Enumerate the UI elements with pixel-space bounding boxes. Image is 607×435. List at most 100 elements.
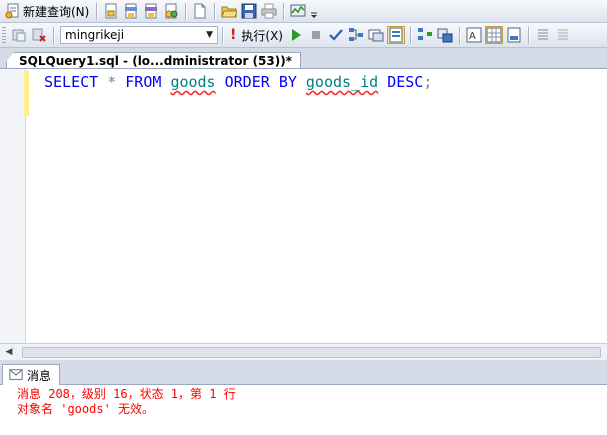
scroll-left-icon[interactable]: ◀ xyxy=(0,347,18,357)
execute-label: 执行(X) xyxy=(241,28,283,43)
results-to-file-icon xyxy=(507,27,521,43)
analysis-dmx-query-button[interactable] xyxy=(142,2,160,20)
change-indicator-bar xyxy=(24,71,29,116)
sql-identifier: goods xyxy=(170,73,216,91)
stop-icon xyxy=(311,31,320,39)
new-query-label: 新建查询(N) xyxy=(23,4,90,19)
toolbar-separator xyxy=(527,26,529,44)
debug-button[interactable] xyxy=(287,26,305,44)
results-to-grid-button[interactable] xyxy=(484,26,503,44)
open-file-button[interactable] xyxy=(220,2,238,20)
new-query-button[interactable]: 新建查询(N) xyxy=(0,2,92,20)
results-tab-strip: 消息 xyxy=(0,360,607,385)
comment-out-button[interactable] xyxy=(534,26,552,44)
toolbar-overflow-button[interactable] xyxy=(309,2,319,20)
message-line: 消息 208，级别 16，状态 1，第 1 行 xyxy=(17,387,236,401)
toolbar-separator xyxy=(53,26,54,44)
sql-whitespace xyxy=(297,73,306,91)
analysis-xmla-query-icon xyxy=(165,3,178,19)
messages-pane: 消息 208，级别 16，状态 1，第 1 行 对象名 'goods' 无效。 xyxy=(0,385,607,435)
horizontal-scrollbar[interactable]: ◀ xyxy=(0,343,607,360)
exclamation-icon: ! xyxy=(230,27,237,43)
new-file-button[interactable] xyxy=(191,2,209,20)
sql-keyword: SELECT xyxy=(44,73,99,91)
query-editor[interactable]: SELECT * FROM goods ORDER BY goods_id DE… xyxy=(0,68,607,344)
query-text[interactable]: SELECT * FROM goods ORDER BY goods_id DE… xyxy=(44,73,432,91)
save-button[interactable] xyxy=(240,2,258,20)
sql-operator: * xyxy=(107,73,117,91)
tab-messages-label: 消息 xyxy=(27,368,52,383)
chevron-down-icon: ▼ xyxy=(206,30,213,40)
editor-gutter xyxy=(0,69,26,344)
intellisense-toggle-button[interactable] xyxy=(386,26,405,44)
estimated-plan-icon xyxy=(348,28,363,41)
sql-keyword: DESC xyxy=(387,73,424,91)
document-tab[interactable]: SQLQuery1.sql - (lo...dministrator (53))… xyxy=(6,52,301,69)
sql-keyword: FROM xyxy=(125,73,162,91)
query-designer-icon xyxy=(368,29,384,42)
toolbar-separator xyxy=(222,26,223,44)
sql-whitespace xyxy=(116,73,125,91)
analysis-dmx-query-icon xyxy=(145,3,158,19)
analysis-xmla-query-button[interactable] xyxy=(162,2,180,20)
display-estimated-plan-button[interactable] xyxy=(347,26,365,44)
cancel-query-button[interactable] xyxy=(307,26,325,44)
sql-identifier: goods_id xyxy=(305,73,379,91)
sql-editor-toolbar: mingrikeji ▼ ! 执行(X) A xyxy=(0,23,607,48)
document-tab-title: SQLQuery1.sql - (lo...dministrator (53))… xyxy=(19,54,292,68)
sql-whitespace xyxy=(270,73,279,91)
connect-icon xyxy=(12,29,26,42)
activity-monitor-icon xyxy=(290,4,306,17)
messages-icon xyxy=(9,369,23,380)
change-connection-icon xyxy=(32,28,46,42)
tab-messages[interactable]: 消息 xyxy=(2,364,61,385)
print-button[interactable] xyxy=(260,2,278,20)
database-select-value: mingrikeji xyxy=(65,28,125,42)
database-engine-query-button[interactable] xyxy=(102,2,120,20)
sql-whitespace xyxy=(378,73,387,91)
chevron-down-icon xyxy=(311,12,318,18)
uncomment-button[interactable] xyxy=(554,26,572,44)
results-to-file-button[interactable] xyxy=(505,26,523,44)
standard-toolbar: 新建查询(N) xyxy=(0,0,607,23)
actual-plan-icon xyxy=(417,28,432,40)
client-statistics-button[interactable] xyxy=(436,26,454,44)
sql-whitespace xyxy=(216,73,225,91)
sql-keyword: ORDER xyxy=(224,73,270,91)
query-designer-button[interactable] xyxy=(367,26,385,44)
include-actual-plan-button[interactable] xyxy=(416,26,434,44)
message-line: 对象名 'goods' 无效。 xyxy=(17,402,155,416)
save-icon xyxy=(241,3,257,19)
sql-keyword: BY xyxy=(278,73,297,91)
analysis-mdx-query-button[interactable] xyxy=(122,2,140,20)
connect-button[interactable] xyxy=(10,26,28,44)
intellisense-icon xyxy=(389,27,403,43)
results-to-text-icon: A xyxy=(466,27,482,43)
scrollbar-thumb[interactable] xyxy=(22,347,601,358)
activity-monitor-button[interactable] xyxy=(289,2,307,20)
sql-whitespace xyxy=(98,73,107,91)
client-statistics-icon xyxy=(437,28,453,43)
analysis-mdx-query-icon xyxy=(125,3,138,19)
toolbar-separator xyxy=(283,2,285,20)
toolbar-separator xyxy=(409,26,411,44)
parse-button[interactable] xyxy=(327,26,345,44)
print-icon xyxy=(261,3,277,19)
change-connection-button[interactable] xyxy=(30,26,48,44)
toolbar-grip[interactable] xyxy=(2,27,6,43)
database-select[interactable]: mingrikeji ▼ xyxy=(60,26,218,44)
toolbar-separator xyxy=(185,2,187,20)
results-to-grid-icon xyxy=(486,27,502,43)
execute-button[interactable]: ! 执行(X) xyxy=(227,26,286,44)
results-to-text-button[interactable]: A xyxy=(465,26,483,44)
database-engine-query-icon xyxy=(105,3,117,19)
toolbar-separator xyxy=(214,2,216,20)
comment-lines-icon xyxy=(537,29,548,40)
svg-text:A: A xyxy=(469,31,476,42)
sql-operator: ; xyxy=(423,73,433,91)
play-icon xyxy=(291,29,301,41)
toolbar-separator xyxy=(96,2,98,20)
uncomment-lines-icon xyxy=(557,29,568,40)
document-tab-strip: SQLQuery1.sql - (lo...dministrator (53))… xyxy=(0,48,607,69)
new-query-icon xyxy=(4,2,22,20)
